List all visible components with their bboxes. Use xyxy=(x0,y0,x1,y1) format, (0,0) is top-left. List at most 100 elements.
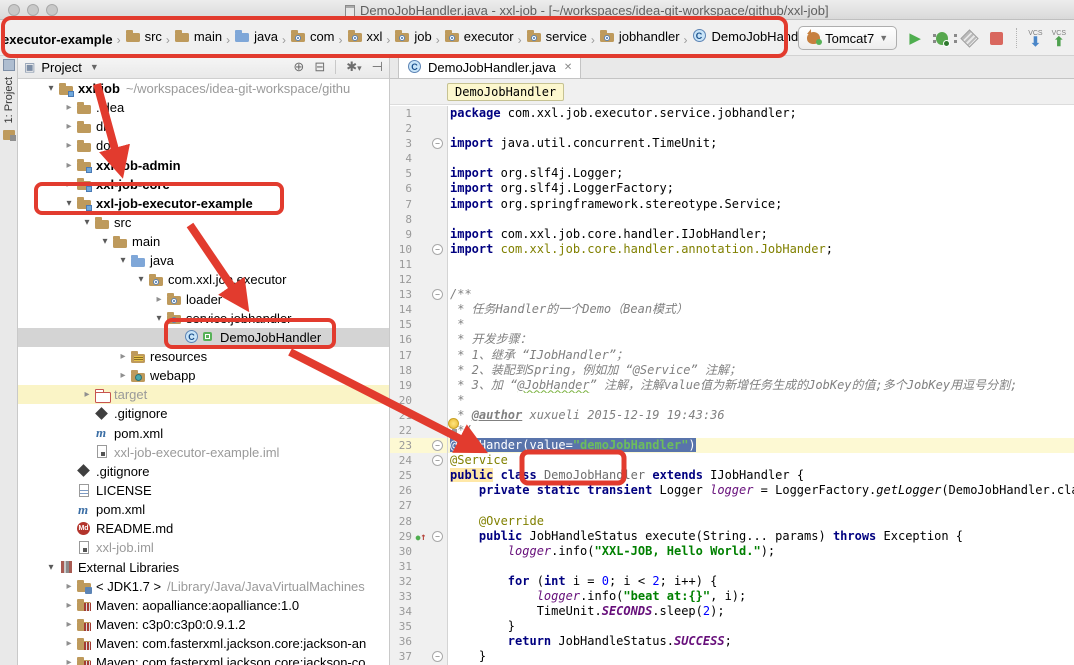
overriding-method-icon[interactable]: ●↑ xyxy=(412,529,430,544)
code-text[interactable] xyxy=(448,272,1074,287)
code-text[interactable]: TimeUnit.SECONDS.sleep(2); xyxy=(448,604,1074,619)
editor-tab-demojobhandler[interactable]: C DemoJobHandler.java ✕ xyxy=(398,55,581,78)
tree-expand-icon[interactable]: ▸ xyxy=(62,581,76,592)
code-text[interactable]: package com.xxl.job.executor.service.job… xyxy=(448,106,1074,121)
tree-expand-icon[interactable]: ▾ xyxy=(152,313,166,324)
tree-item-service.jobhandler[interactable]: ▾service.jobhandler xyxy=(18,309,389,328)
tree-expand-icon[interactable]: ▾ xyxy=(44,83,58,94)
code-text[interactable] xyxy=(448,212,1074,227)
tree-item-Maven-com.fasterxml.jackson.core-jackson-co[interactable]: ▸Maven: com.fasterxml.jackson.core:jacks… xyxy=(18,653,389,665)
code-text[interactable]: * 开发步骤： xyxy=(448,332,1074,347)
tree-item-.gitignore[interactable]: .gitignore xyxy=(18,462,389,481)
tree-item-pom.xml[interactable]: mpom.xml xyxy=(18,500,389,519)
tree-item-.gitignore[interactable]: .gitignore xyxy=(18,404,389,423)
code-text[interactable]: * 2、装配到Spring，例如加 “@Service” 注解； xyxy=(448,363,1074,378)
code-text[interactable] xyxy=(448,151,1074,166)
code-text[interactable] xyxy=(448,559,1074,574)
fold-marker-icon[interactable] xyxy=(430,649,446,664)
code-text[interactable]: @Service xyxy=(448,453,1074,468)
breadcrumb-main[interactable]: main xyxy=(174,28,222,44)
code-text[interactable] xyxy=(448,498,1074,513)
tree-item-xxl-job[interactable]: ▾xxl-job ~/workspaces/idea-git-workspace… xyxy=(18,79,389,98)
tree-item-db[interactable]: ▸db xyxy=(18,117,389,136)
tree-expand-icon[interactable]: ▾ xyxy=(116,255,130,266)
breadcrumb-com[interactable]: com xyxy=(290,28,335,44)
breadcrumb-executor-example[interactable]: executor-example xyxy=(2,32,113,47)
code-text[interactable]: public JobHandleStatus execute(String...… xyxy=(448,529,1074,544)
breadcrumb-service[interactable]: service xyxy=(526,28,587,44)
vcs-commit-button[interactable]: VCS ⬆ xyxy=(1052,30,1066,46)
code-text[interactable]: @Override xyxy=(448,514,1074,529)
code-text[interactable]: import org.springframework.stereotype.Se… xyxy=(448,197,1074,212)
breadcrumb-DemoJobHandler[interactable]: CDemoJobHandler xyxy=(692,28,813,44)
tree-item-External-Libraries[interactable]: ▾External Libraries xyxy=(18,558,389,577)
tree-item-DemoJobHandler[interactable]: CDemoJobHandler xyxy=(18,328,389,347)
fold-marker-icon[interactable] xyxy=(430,287,446,302)
fold-marker-icon[interactable] xyxy=(430,438,446,453)
code-text[interactable]: } xyxy=(448,619,1074,634)
zoom-window-icon[interactable] xyxy=(46,4,58,16)
tree-item--JDK1.7-[interactable]: ▸< JDK1.7 > /Library/Java/JavaVirtualMac… xyxy=(18,577,389,596)
tree-item-xxl-job-executor-example.iml[interactable]: xxl-job-executor-example.iml xyxy=(18,443,389,462)
tree-expand-icon[interactable]: ▸ xyxy=(116,351,130,362)
breadcrumb-xxl[interactable]: xxl xyxy=(347,28,383,44)
tree-item-java[interactable]: ▾java xyxy=(18,251,389,270)
tree-item-.idea[interactable]: ▸.idea xyxy=(18,98,389,117)
code-text[interactable]: * @author xuxueli 2015-12-19 19:43:36 xyxy=(448,408,1074,423)
tree-item-com.xxl.job.executor[interactable]: ▾com.xxl.job.executor xyxy=(18,270,389,289)
tree-expand-icon[interactable]: ▸ xyxy=(62,102,76,113)
debug-button[interactable] xyxy=(933,29,951,47)
intention-lightbulb-icon[interactable] xyxy=(448,418,459,429)
fold-marker-icon[interactable] xyxy=(430,242,446,257)
code-text[interactable]: logger.info("XXL-JOB, Hello World."); xyxy=(448,544,1074,559)
run-configuration-select[interactable]: Tomcat7 ▼ xyxy=(798,26,897,50)
code-text[interactable]: * 任务Handler的一个Demo（Bean模式） xyxy=(448,302,1074,317)
tree-item-webapp[interactable]: ▸webapp xyxy=(18,366,389,385)
code-text[interactable]: import com.xxl.job.core.handler.annotati… xyxy=(448,242,1074,257)
class-breadcrumb-chip[interactable]: DemoJobHandler xyxy=(447,83,564,101)
code-text[interactable]: logger.info("beat at:{}", i); xyxy=(448,589,1074,604)
fold-marker-icon[interactable] xyxy=(430,136,446,151)
code-editor[interactable]: 1package com.xxl.job.executor.service.jo… xyxy=(390,106,1074,665)
breadcrumb-jobhandler[interactable]: jobhandler xyxy=(599,28,680,44)
code-text[interactable]: * xyxy=(448,393,1074,408)
tree-expand-icon[interactable]: ▸ xyxy=(80,389,94,400)
tree-expand-icon[interactable]: ▸ xyxy=(62,121,76,132)
code-text[interactable]: private static transient Logger logger =… xyxy=(448,483,1074,498)
tree-item-Maven-com.fasterxml.jackson.core-jackson-an[interactable]: ▸Maven: com.fasterxml.jackson.core:jacks… xyxy=(18,634,389,653)
close-window-icon[interactable] xyxy=(8,4,20,16)
tree-expand-icon[interactable]: ▸ xyxy=(62,140,76,151)
code-text[interactable]: * xyxy=(448,317,1074,332)
coverage-button[interactable] xyxy=(960,29,978,47)
fold-marker-icon[interactable] xyxy=(430,453,446,468)
run-button[interactable]: ▶ xyxy=(906,29,924,47)
tree-expand-icon[interactable]: ▸ xyxy=(62,619,76,630)
tree-item-xxl-job-admin[interactable]: ▸xxl-job-admin xyxy=(18,156,389,175)
vcs-update-button[interactable]: VCS ⬇ xyxy=(1028,30,1042,46)
code-text[interactable]: } xyxy=(448,649,1074,664)
tree-item-Maven-c3p0-c3p0-0.9.1.2[interactable]: ▸Maven: c3p0:c3p0:0.9.1.2 xyxy=(18,615,389,634)
tree-expand-icon[interactable]: ▾ xyxy=(134,274,148,285)
tree-item-LICENSE[interactable]: LICENSE xyxy=(18,481,389,500)
tree-item-resources[interactable]: ▸resources xyxy=(18,347,389,366)
settings-gear-icon[interactable]: ✱▾ xyxy=(346,59,361,75)
tree-item-Maven-aopalliance-aopalliance-1.0[interactable]: ▸Maven: aopalliance:aopalliance:1.0 xyxy=(18,596,389,615)
breadcrumb-job[interactable]: job xyxy=(394,28,431,44)
tree-item-xxl-job-core[interactable]: ▸xxl-job-core xyxy=(18,175,389,194)
tree-expand-icon[interactable]: ▸ xyxy=(62,160,76,171)
code-text[interactable]: @JobHander(value="demoJobHandler") xyxy=(448,438,1074,453)
tree-expand-icon[interactable]: ▸ xyxy=(62,638,76,649)
tree-item-doc[interactable]: ▸doc xyxy=(18,136,389,155)
tree-expand-icon[interactable]: ▸ xyxy=(116,370,130,381)
code-text[interactable] xyxy=(448,121,1074,136)
breadcrumb-java[interactable]: java xyxy=(234,28,278,44)
tree-item-target[interactable]: ▸target xyxy=(18,385,389,404)
close-tab-icon[interactable]: ✕ xyxy=(564,62,572,73)
code-text[interactable]: * 3、加 “@JobHander” 注解，注解value值为新增任务生成的Jo… xyxy=(448,378,1074,393)
code-text[interactable]: import org.slf4j.LoggerFactory; xyxy=(448,181,1074,196)
favorites-icon[interactable] xyxy=(3,130,15,140)
tree-item-README.md[interactable]: MdREADME.md xyxy=(18,519,389,538)
tree-item-xxl-job-executor-example[interactable]: ▾xxl-job-executor-example xyxy=(18,194,389,213)
code-text[interactable]: public class DemoJobHandler extends IJob… xyxy=(448,468,1074,483)
code-text[interactable]: * 1、继承 “IJobHandler”； xyxy=(448,348,1074,363)
